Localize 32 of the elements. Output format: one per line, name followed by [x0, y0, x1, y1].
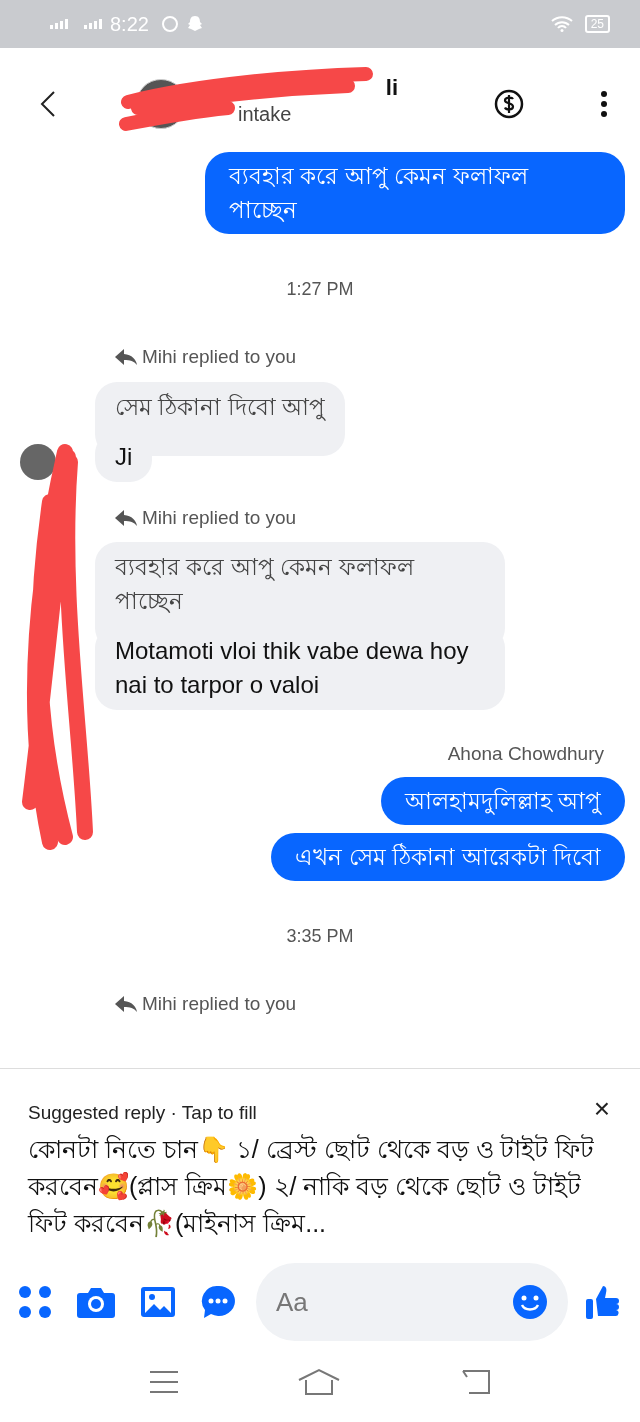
- reply-note: Mihi replied to you: [142, 505, 297, 530]
- outgoing-message: ব্যবহার করে আপু কেমন ফলাফল পাচ্ছেন: [205, 152, 625, 234]
- close-button[interactable]: ×: [593, 1094, 610, 1123]
- home-icon[interactable]: [298, 1368, 340, 1396]
- suggested-reply[interactable]: কোনটা নিতে চান👇 ১/ ব্রেস্ট ছোট থেকে বড় ও টাইট ফিট করবেন🥰(প্লাস ক্রিম🌼) ২/ নাকি বড় থেকে ছোট ও টাইট ফিট করবেন🥀(মাইনাস ক্রিম...: [28, 1131, 612, 1242]
- reply-note: Mihi replied to you: [142, 991, 297, 1016]
- ghost-icon: [186, 15, 203, 33]
- outgoing-message: আলহামদুলিল্লাহ আপু: [380, 776, 625, 825]
- reply-icon: [114, 507, 138, 528]
- wifi-icon: [550, 16, 573, 32]
- dollar-icon[interactable]: [494, 89, 524, 119]
- chat-bubble-icon[interactable]: [200, 1284, 236, 1320]
- message-input[interactable]: Aa: [276, 1282, 512, 1322]
- sender-name: Ahona Chowdhury: [447, 742, 604, 766]
- thumbs-up-icon[interactable]: [584, 1283, 622, 1321]
- reply-icon: [114, 347, 138, 368]
- menu-icon[interactable]: [149, 1370, 180, 1394]
- reply-icon: [114, 993, 138, 1014]
- emoji-icon[interactable]: [512, 1284, 548, 1320]
- message-field[interactable]: Aa: [256, 1263, 568, 1341]
- outgoing-message: এখন সেম ঠিকানা আরেকটা দিবো: [271, 832, 625, 881]
- suggestion-label: Suggested reply · Tap to fill: [28, 1100, 257, 1125]
- contact-status: intake: [237, 102, 293, 126]
- back-icon[interactable]: [40, 91, 56, 117]
- timestamp: 3:35 PM: [286, 924, 354, 948]
- timestamp: 1:27 PM: [286, 278, 354, 301]
- reply-note: Mihi replied to you: [142, 345, 297, 369]
- camera-icon[interactable]: [76, 1285, 116, 1319]
- apps-icon[interactable]: [18, 1285, 52, 1319]
- image-icon[interactable]: [140, 1286, 176, 1318]
- more-icon[interactable]: [600, 91, 608, 117]
- contact-name: li: [385, 74, 398, 102]
